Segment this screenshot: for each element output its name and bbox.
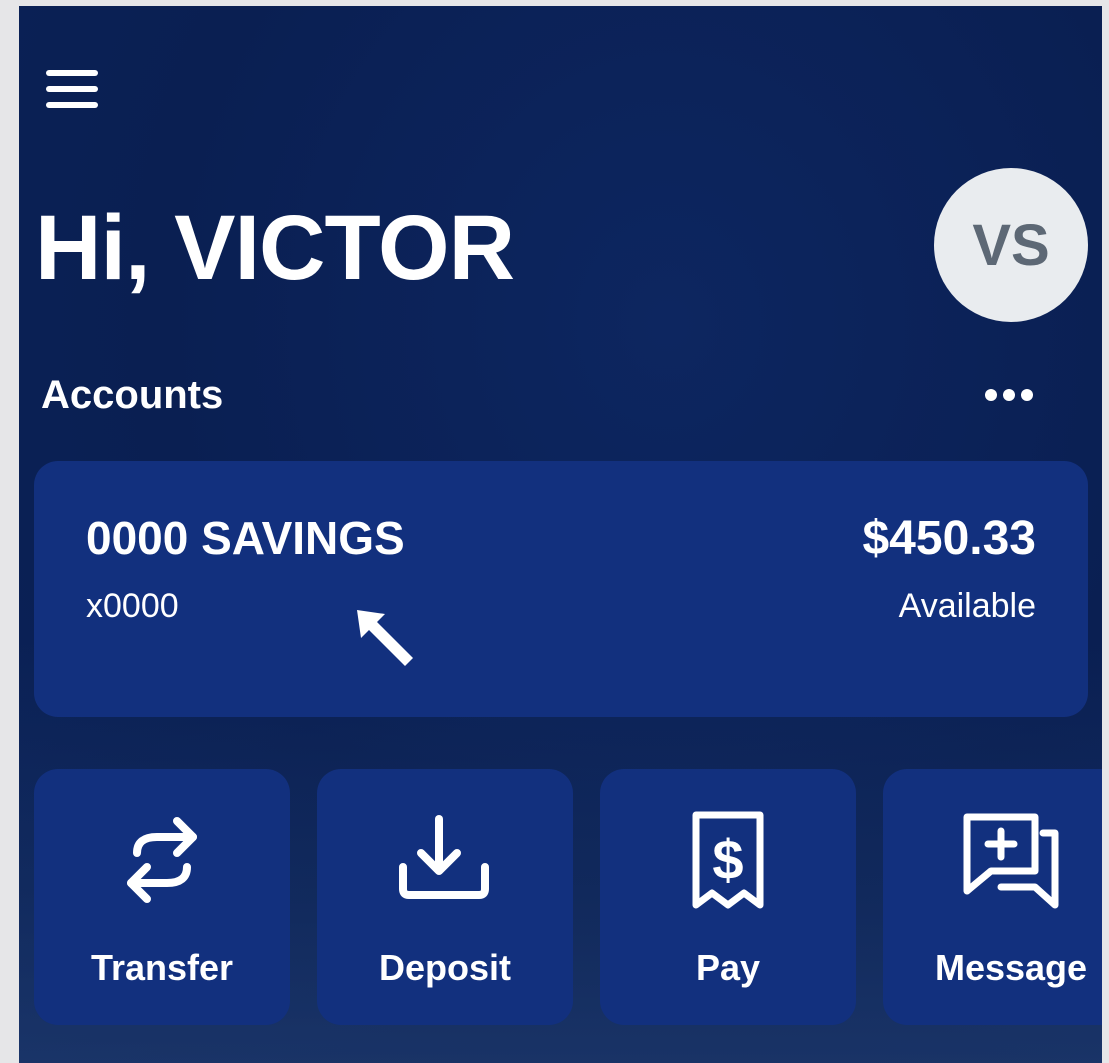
account-card-savings[interactable]: 0000 SAVINGS x0000 $450.33 Available bbox=[34, 461, 1088, 717]
hamburger-menu-icon[interactable] bbox=[46, 70, 102, 114]
avatar-initials: VS bbox=[972, 212, 1050, 278]
transfer-label: Transfer bbox=[90, 947, 234, 988]
transfer-icon bbox=[127, 817, 197, 903]
more-horizontal-icon[interactable] bbox=[985, 383, 1041, 407]
accounts-section-title: Accounts bbox=[41, 373, 224, 417]
avatar[interactable]: VS bbox=[934, 168, 1088, 322]
message-label: Message bbox=[934, 947, 1088, 988]
account-balance: $450.33 bbox=[862, 512, 1036, 565]
account-name: 0000 SAVINGS bbox=[86, 512, 405, 564]
transfer-button[interactable]: Transfer bbox=[34, 769, 290, 1025]
message-button[interactable]: Message bbox=[883, 769, 1102, 1025]
pay-label: Pay bbox=[695, 947, 761, 988]
message-icon bbox=[963, 813, 1059, 909]
pay-icon: $ bbox=[692, 811, 764, 909]
deposit-button[interactable]: Deposit bbox=[317, 769, 573, 1025]
deposit-label: Deposit bbox=[378, 947, 511, 988]
svg-text:$: $ bbox=[712, 828, 743, 891]
pay-button[interactable]: $ Pay bbox=[600, 769, 856, 1025]
deposit-icon bbox=[399, 815, 489, 899]
app-screen: Hi, VICTOR VS Accounts 0000 SAVINGS x000… bbox=[19, 6, 1102, 1063]
greeting-title: Hi, VICTOR bbox=[35, 197, 515, 299]
account-balance-label: Available bbox=[898, 587, 1036, 625]
account-number: x0000 bbox=[86, 587, 179, 625]
